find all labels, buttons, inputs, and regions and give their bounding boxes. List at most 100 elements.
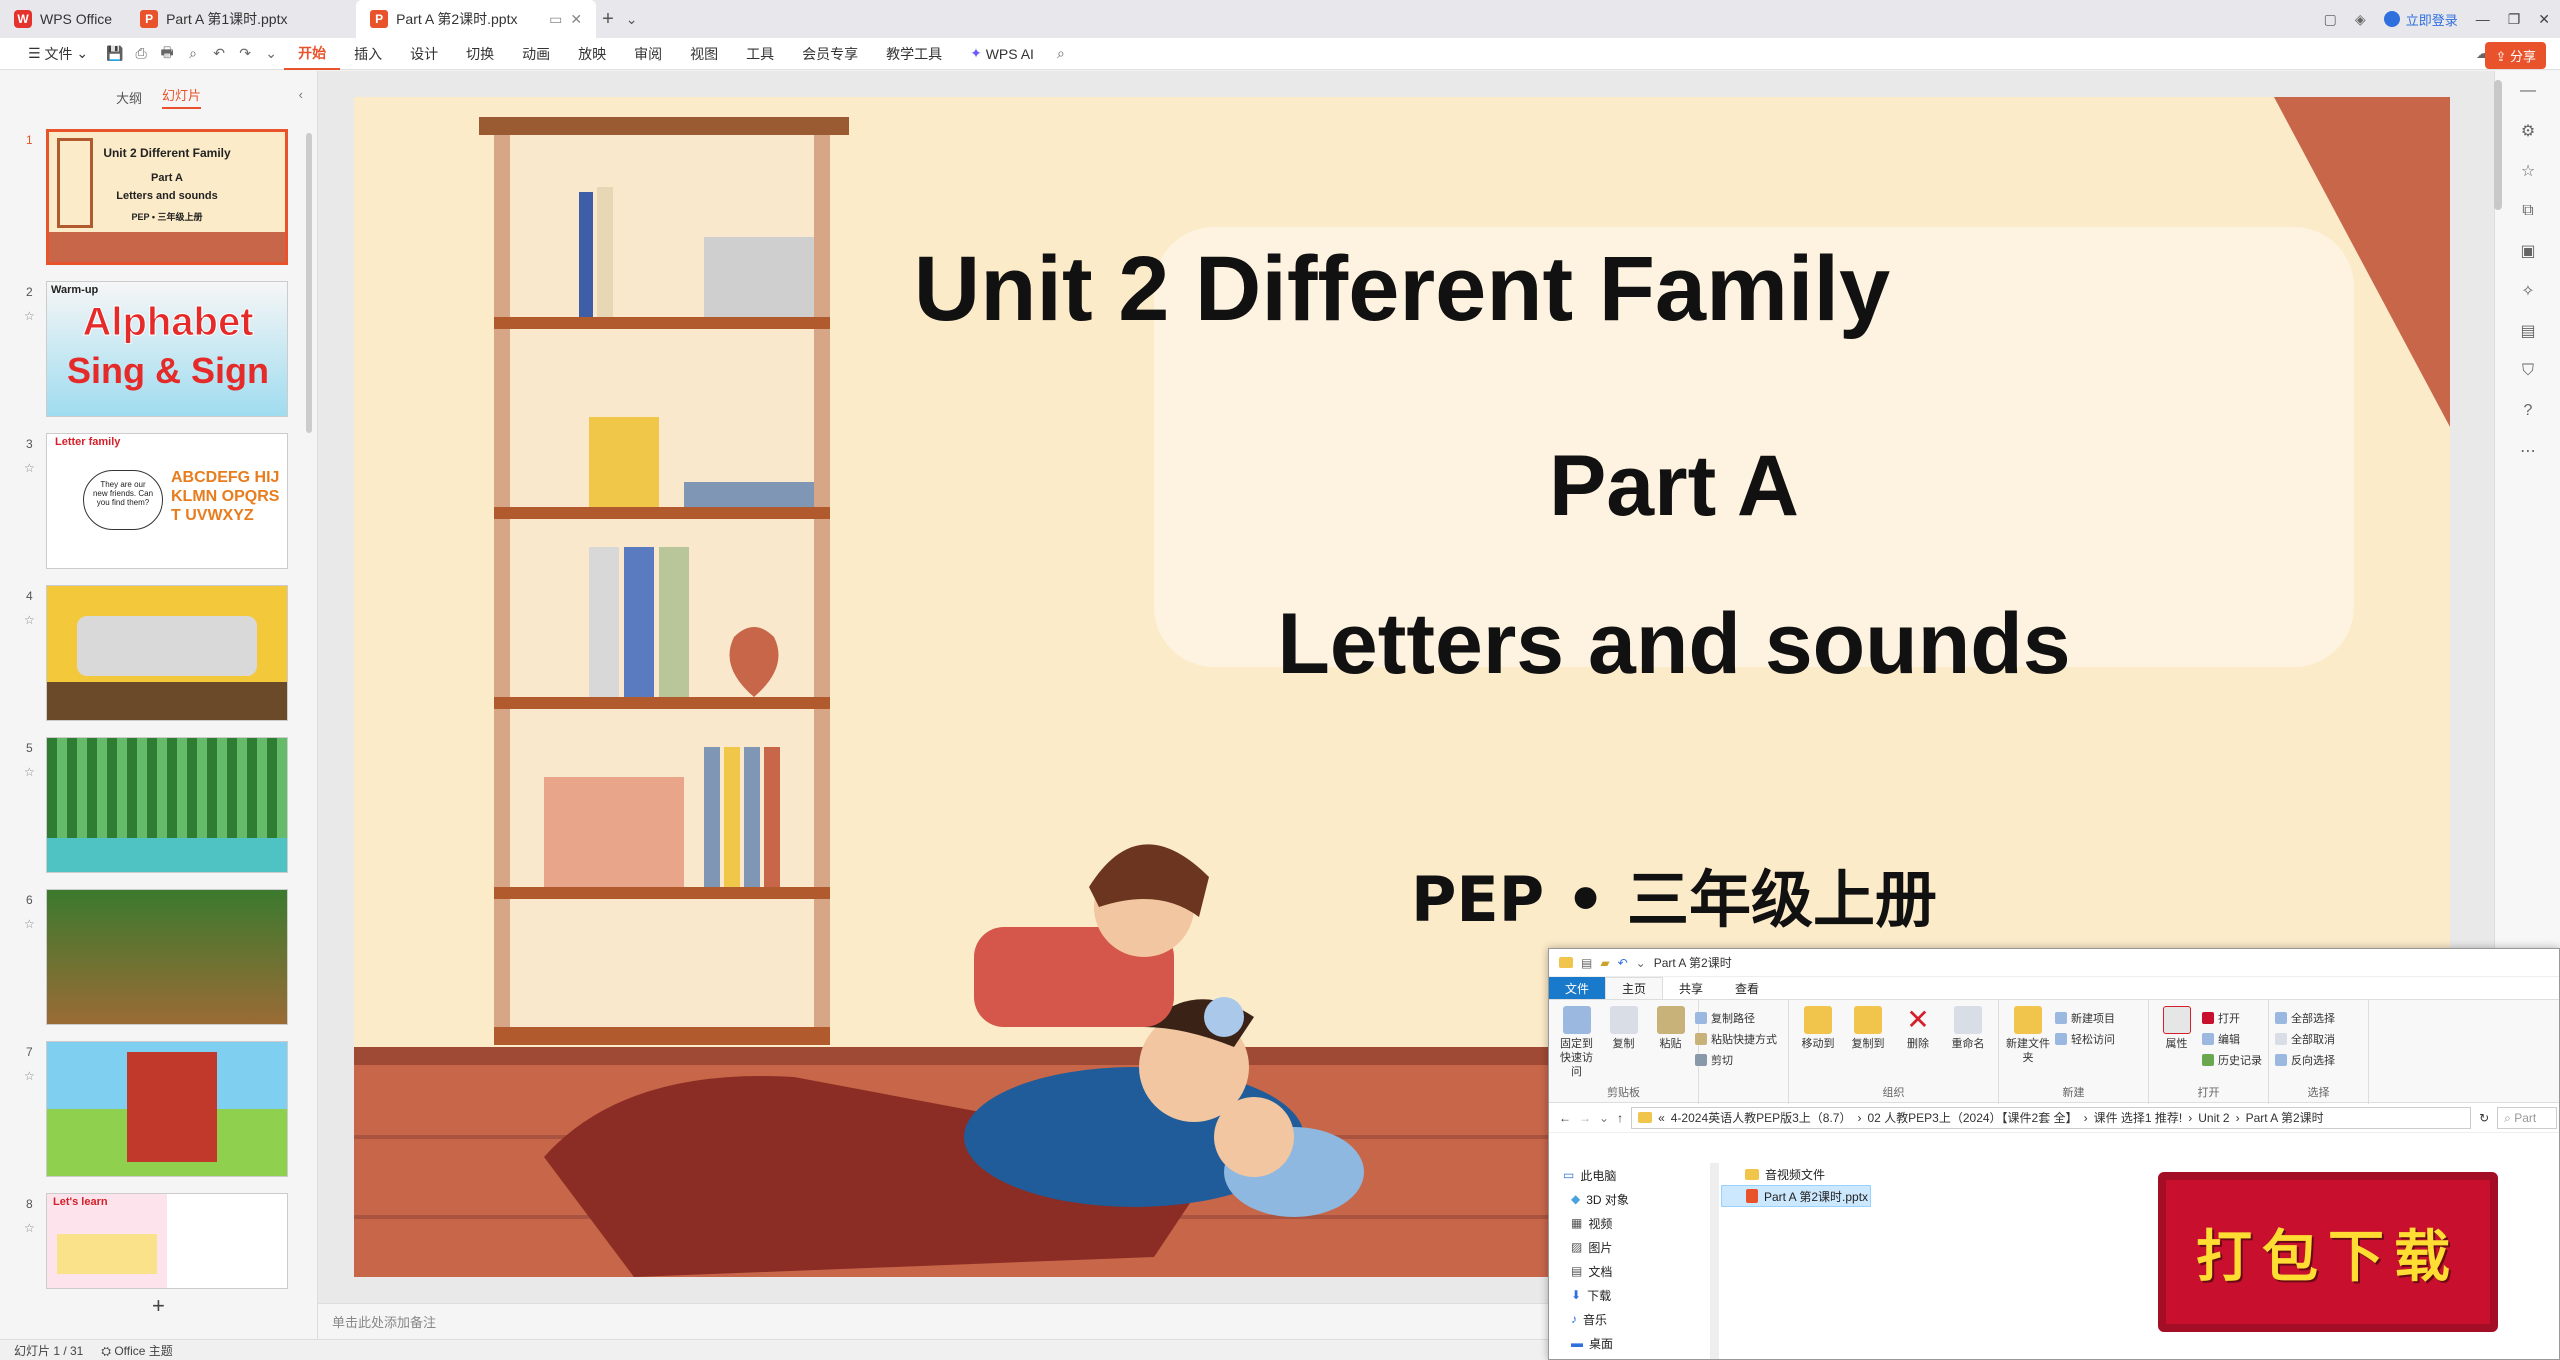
slide-thumbnail[interactable]: 8 ☆ Let's learn [0, 1193, 318, 1293]
easy-access-button[interactable]: 轻松访问 [2055, 1031, 2115, 1047]
breadcrumb-item[interactable]: 4-2024英语人教PEP版3上（8.7） [1671, 1109, 1852, 1126]
nav-item-this-pc[interactable]: ▭ 此电脑 [1549, 1163, 1710, 1187]
breadcrumb-item[interactable]: Part A 第2课时 [2246, 1109, 2324, 1126]
forward-icon[interactable]: → [1579, 1111, 1591, 1125]
skin-icon[interactable]: ◈ [2355, 11, 2366, 28]
breadcrumb-overflow[interactable]: « [1658, 1111, 1665, 1125]
star-icon[interactable]: ☆ [24, 309, 35, 323]
new-folder-icon[interactable]: ▰ [1600, 956, 1609, 970]
share-button[interactable]: ⇪ 分享 [2485, 42, 2546, 69]
breadcrumb-item[interactable]: 课件 选择1 推荐! [2094, 1109, 2183, 1126]
restore-icon[interactable]: ❐ [2508, 11, 2521, 28]
ribbon-tab-share[interactable]: 共享 [1663, 977, 1719, 999]
undo-icon[interactable]: ↶ [206, 45, 232, 62]
hamburger-menu[interactable]: ☰ 文件 ⌄ [14, 38, 102, 70]
menu-item-animation[interactable]: 动画 [508, 38, 564, 70]
invert-selection-button[interactable]: 反向选择 [2275, 1052, 2335, 1068]
ribbon-tab-file[interactable]: 文件 [1549, 977, 1606, 999]
quick-save-icon[interactable]: ▤ [1581, 956, 1592, 970]
slide-thumbnail[interactable]: 4 ☆ [0, 585, 318, 725]
shield-icon[interactable]: ⛉ [2495, 351, 2560, 391]
open-button[interactable]: 打开 [2202, 1010, 2262, 1026]
slide-part[interactable]: Part A [1044, 437, 2304, 536]
new-tab-button[interactable]: + [596, 8, 620, 31]
collapse-panel-icon[interactable]: ‹ [299, 87, 303, 102]
print-preview-icon[interactable]: ⌕ [180, 45, 206, 62]
menu-item-home[interactable]: 开始 [284, 38, 341, 70]
star-icon[interactable]: ☆ [2495, 151, 2560, 191]
new-item-button[interactable]: 新建项目 [2055, 1010, 2115, 1026]
edit-button[interactable]: 编辑 [2202, 1031, 2262, 1047]
star-icon[interactable]: ☆ [24, 613, 35, 627]
theme-button[interactable]: ⛭ Office 主题 [101, 1342, 172, 1359]
menu-item-view[interactable]: 视图 [676, 38, 732, 70]
slide-title[interactable]: Unit 2 Different Family [354, 237, 2450, 342]
more-icon[interactable]: ⋯ [2495, 431, 2560, 471]
slide-thumbnail[interactable]: 3 ☆ Letter family They are our new frien… [0, 433, 318, 573]
slide-thumbnail-image[interactable] [46, 585, 288, 721]
refresh-icon[interactable]: ↻ [2479, 1111, 2489, 1125]
select-all-button[interactable]: 全部选择 [2275, 1010, 2335, 1026]
add-slide-icon[interactable]: + [152, 1293, 165, 1319]
menu-item-design[interactable]: 设计 [396, 38, 452, 70]
tab-slides[interactable]: 幻灯片 [162, 85, 202, 109]
save-icon[interactable]: 💾 [102, 45, 128, 62]
search-input[interactable]: ⌕ Part [2497, 1106, 2558, 1129]
back-icon[interactable]: ← [1559, 1111, 1571, 1125]
nav-item-desktop[interactable]: ▬ 桌面 [1549, 1331, 1710, 1355]
nav-scrollbar[interactable] [1711, 1163, 1719, 1359]
nav-item-music[interactable]: ♪ 音乐 [1549, 1307, 1710, 1331]
slide-scrollbar[interactable] [2494, 80, 2502, 210]
breadcrumb-item[interactable]: Unit 2 [2198, 1111, 2229, 1125]
star-icon[interactable]: ☆ [24, 765, 35, 779]
wps-ai-button[interactable]: ✦ WPS AI [956, 38, 1048, 70]
document-tab-2[interactable]: P Part A 第2课时.pptx ▭ ✕ [356, 0, 597, 38]
pin-icon[interactable]: ▭ [549, 11, 562, 28]
menu-item-insert[interactable]: 插入 [340, 38, 396, 70]
copy-path-button[interactable]: 复制路径 [1695, 1010, 1777, 1026]
tab-outline[interactable]: 大纲 [116, 88, 142, 107]
slide-thumbnail[interactable]: 7 ☆ [0, 1041, 318, 1181]
menu-item-transition[interactable]: 切换 [452, 38, 508, 70]
book-icon[interactable]: ▤ [2495, 311, 2560, 351]
star-icon[interactable]: ☆ [24, 917, 35, 931]
slide-thumbnail[interactable]: 6 ☆ [0, 889, 318, 1029]
slide-thumbnail[interactable]: 2 ☆ Warm-up Alphabet Sing & Sign [0, 281, 318, 421]
minimize-icon[interactable]: — [2476, 11, 2490, 27]
breadcrumb-item[interactable]: 02 人教PEP3上（2024）【课件2套 全】 [1867, 1109, 2077, 1126]
magic-icon[interactable]: ✧ [2495, 271, 2560, 311]
nav-item-pictures[interactable]: ▨ 图片 [1549, 1235, 1710, 1259]
history-button[interactable]: 历史记录 [2202, 1052, 2262, 1068]
up-icon[interactable]: ↑ [1617, 1111, 1623, 1125]
nav-item-videos[interactable]: ▦ 视频 [1549, 1211, 1710, 1235]
close-window-icon[interactable]: ✕ [2538, 11, 2550, 28]
slide-edition[interactable]: PEP • 三年级上册 [1044, 849, 2304, 939]
slide-thumbnail-image[interactable]: Let's learn [46, 1193, 288, 1289]
login-button[interactable]: 立即登录 [2383, 10, 2458, 29]
chevron-down-icon[interactable]: ⌄ [1636, 956, 1646, 970]
slide-thumbnail-image[interactable]: Letter family They are our new friends. … [46, 433, 288, 569]
slide-thumbnail-image[interactable] [46, 737, 288, 873]
star-icon[interactable]: ☆ [24, 461, 35, 475]
slide-thumbnail-image[interactable]: Unit 2 Different Family Part A Letters a… [46, 129, 288, 265]
download-badge[interactable]: 打包下载 [2158, 1172, 2498, 1332]
minimize-panel-icon[interactable]: — [2495, 71, 2560, 111]
layout-icon[interactable]: ▢ [2324, 11, 2337, 28]
paste-shortcut-button[interactable]: 粘贴快捷方式 [1695, 1031, 1777, 1047]
menu-item-teaching-tools[interactable]: 教学工具 [872, 38, 956, 70]
undo-icon[interactable]: ↶ [1618, 956, 1628, 970]
menu-item-review[interactable]: 审阅 [620, 38, 676, 70]
nav-item-documents[interactable]: ▤ 文档 [1549, 1259, 1710, 1283]
wps-home-tab[interactable]: W WPS Office [0, 0, 126, 38]
nav-item-downloads[interactable]: ⬇ 下载 [1549, 1283, 1710, 1307]
slide-thumbnail-image[interactable]: Warm-up Alphabet Sing & Sign [46, 281, 288, 417]
star-icon[interactable]: ☆ [24, 1069, 35, 1083]
cut-button[interactable]: 剪切 [1695, 1052, 1777, 1068]
print-icon[interactable]: 🖶 [154, 42, 180, 66]
menu-item-member[interactable]: 会员专享 [788, 38, 872, 70]
star-icon[interactable]: ☆ [24, 1221, 35, 1235]
slide-thumbnail-image[interactable] [46, 889, 288, 1025]
nav-item-3d-objects[interactable]: ◆ 3D 对象 [1549, 1187, 1710, 1211]
image-icon[interactable]: ▣ [2495, 231, 2560, 271]
ribbon-tab-view[interactable]: 查看 [1719, 977, 1775, 999]
